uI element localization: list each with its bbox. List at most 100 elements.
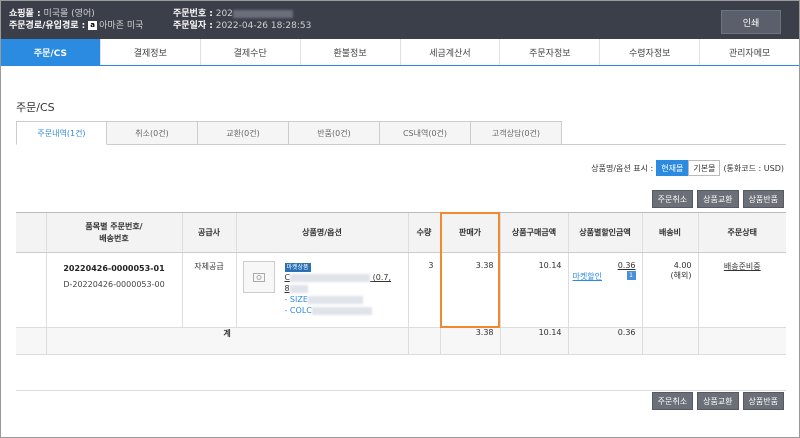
purchase-header: 상품구매금액 bbox=[499, 212, 568, 253]
shipping-cell: 4.00 (해외) bbox=[641, 252, 698, 328]
total-row: 계 3.38 10.14 0.36 bbox=[16, 327, 786, 355]
mall-value: 미국몰 (영어) bbox=[43, 9, 95, 19]
return-button[interactable]: 상품반품 bbox=[742, 190, 784, 208]
subtab-order-history[interactable]: 주문내역(1건) bbox=[16, 121, 107, 145]
supplier-cell: 자체공급 bbox=[181, 252, 236, 328]
order-no-value: 202 bbox=[215, 9, 233, 19]
redacted-name bbox=[290, 273, 371, 282]
total-shipping-cell bbox=[641, 327, 698, 355]
status-cell: 배송준비중 bbox=[697, 252, 786, 328]
market-product-badge: 마켓상품 bbox=[284, 263, 311, 272]
blank-row bbox=[16, 354, 786, 391]
exchange-button[interactable]: 상품교환 bbox=[697, 190, 739, 208]
product-thumbnail[interactable] bbox=[242, 261, 275, 293]
tab-admin-memo[interactable]: 관리자메모 bbox=[700, 39, 799, 65]
top-action-buttons: 주문취소 상품교환 상품반품 bbox=[651, 190, 784, 208]
redacted-order-no bbox=[232, 9, 293, 18]
display-toggle-row: 상품명/옵션 표시 : 현재몰 기본몰 (통화코드 : USD) bbox=[591, 160, 784, 176]
item-order-no: 20220426-0000053-01 bbox=[63, 264, 165, 273]
order-no-header: 품목별 주문번호/ 배송번호 bbox=[45, 212, 182, 253]
shipping-no: D-20220426-0000053-00 bbox=[63, 280, 165, 289]
default-mall-toggle[interactable]: 기본몰 bbox=[688, 160, 721, 176]
sub-tabs: 주문내역(1건) 취소(0건) 교환(0건) 반품(0건) CS내역(0건) 고… bbox=[16, 121, 562, 145]
status-header: 주문상태 bbox=[697, 212, 786, 253]
discount-header: 상품별할인금액 bbox=[567, 212, 642, 253]
order-status-link[interactable]: 배송준비중 bbox=[724, 262, 761, 271]
tab-order-cs[interactable]: 주문/CS bbox=[1, 39, 101, 65]
cancel-order-button[interactable]: 주문취소 bbox=[651, 190, 694, 208]
return-button-bottom[interactable]: 상품반품 bbox=[742, 392, 784, 410]
product-header: 상품명/옵션 bbox=[235, 212, 408, 253]
main-tabs: 주문/CS 결제정보 결제수단 환불정보 세금계산서 주문자정보 수령자정보 관… bbox=[1, 39, 799, 66]
product-info: 마켓상품 C (0.7, 8 - SIZE - COLC bbox=[284, 261, 392, 316]
currency-code: (통화코드 : USD) bbox=[723, 163, 784, 173]
redacted-name-2 bbox=[289, 284, 308, 293]
order-no-header-text: 품목별 주문번호/ 배송번호 bbox=[85, 221, 143, 243]
mall-label: 쇼핑몰 : bbox=[9, 9, 41, 19]
tab-payment-method[interactable]: 결제수단 bbox=[201, 39, 301, 65]
tab-tax-invoice[interactable]: 세금계산서 bbox=[401, 39, 501, 65]
tab-recipient-info[interactable]: 수령자정보 bbox=[600, 39, 701, 65]
table-header-row: 품목별 주문번호/ 배송번호 공급사 상품명/옵션 수량 판매가 상품구매금액 … bbox=[16, 212, 786, 253]
product-box: 마켓상품 C (0.7, 8 - SIZE - COLC bbox=[242, 261, 408, 327]
total-discount: 0.36 bbox=[567, 327, 642, 355]
shipping-fee: 4.00 bbox=[673, 261, 692, 270]
route-label: 주문경로/유입경로 : bbox=[9, 21, 86, 31]
purchase-cell: 10.14 bbox=[499, 252, 568, 328]
discount-cell: 0.36 마켓할인 1 bbox=[567, 252, 642, 328]
product-cell: 마켓상품 C (0.7, 8 - SIZE - COLC bbox=[235, 252, 408, 328]
supplier-header: 공급사 bbox=[181, 212, 236, 253]
route-value: 아마존 미국 bbox=[99, 21, 144, 31]
total-empty-cell bbox=[16, 327, 46, 355]
discount-count-badge: 1 bbox=[626, 271, 636, 280]
redacted-color bbox=[311, 306, 372, 315]
cancel-order-button-bottom[interactable]: 주문취소 bbox=[651, 392, 694, 410]
product-name-link[interactable]: C (0.7, bbox=[285, 273, 392, 282]
header-left: 쇼핑몰 : 미국몰 (영어) 주문경로/유입경로 : a 아마존 미국 bbox=[9, 8, 143, 32]
table-row: 20220426-0000053-01 D-20220426-0000053-0… bbox=[16, 252, 786, 328]
qty-cell: 3 bbox=[407, 252, 440, 328]
section-title: 주문/CS bbox=[16, 101, 55, 114]
subtab-consultation[interactable]: 고객상담(0건) bbox=[471, 121, 562, 145]
redacted-size bbox=[307, 295, 363, 304]
bottom-action-buttons: 주문취소 상품교환 상품반품 bbox=[651, 392, 784, 410]
image-placeholder-icon bbox=[252, 273, 265, 282]
subtab-cancel[interactable]: 취소(0건) bbox=[107, 121, 198, 145]
shipping-note: (해외) bbox=[670, 271, 692, 280]
select-cell bbox=[16, 252, 46, 328]
blank-cell bbox=[16, 354, 786, 391]
order-date-value: 2022-04-26 18:28:53 bbox=[215, 21, 312, 31]
amazon-icon: a bbox=[88, 21, 98, 30]
option-color: - COLC bbox=[284, 306, 312, 315]
total-purchase: 10.14 bbox=[499, 327, 568, 355]
total-qty-cell bbox=[407, 327, 440, 355]
qty-header: 수량 bbox=[407, 212, 440, 253]
exchange-button-bottom[interactable]: 상품교환 bbox=[697, 392, 739, 410]
tab-payment-info[interactable]: 결제정보 bbox=[101, 39, 201, 65]
total-status-cell bbox=[697, 327, 786, 355]
product-name-tail: (0.7, bbox=[372, 273, 392, 282]
total-label: 계 bbox=[45, 327, 408, 355]
tab-orderer-info[interactable]: 주문자정보 bbox=[500, 39, 601, 65]
total-price: 3.38 bbox=[439, 327, 500, 355]
order-header: 쇼핑몰 : 미국몰 (영어) 주문경로/유입경로 : a 아마존 미국 주문번호 … bbox=[1, 1, 799, 39]
order-no-label: 주문번호 : bbox=[173, 9, 213, 19]
discount-amount[interactable]: 0.36 bbox=[618, 261, 636, 270]
select-col-header bbox=[16, 212, 46, 253]
subtab-exchange[interactable]: 교환(0건) bbox=[198, 121, 289, 145]
price-cell: 3.38 bbox=[439, 252, 500, 328]
print-button[interactable]: 인쇄 bbox=[721, 10, 781, 34]
header-middle: 주문번호 : 202 주문일자 : 2022-04-26 18:28:53 bbox=[173, 8, 311, 32]
subtab-return[interactable]: 반품(0건) bbox=[289, 121, 380, 145]
order-date-label: 주문일자 : bbox=[173, 21, 213, 31]
price-header: 판매가 bbox=[439, 212, 500, 253]
display-label: 상품명/옵션 표시 : bbox=[591, 163, 654, 173]
subtab-cs-history[interactable]: CS내역(0건) bbox=[380, 121, 471, 145]
tab-refund-info[interactable]: 환불정보 bbox=[301, 39, 401, 65]
market-discount-link[interactable]: 마켓할인 bbox=[573, 271, 602, 282]
option-size: - SIZE bbox=[284, 295, 308, 304]
order-no-cell: 20220426-0000053-01 D-20220426-0000053-0… bbox=[45, 252, 182, 328]
current-mall-toggle[interactable]: 현재몰 bbox=[656, 160, 689, 176]
shipping-header: 배송비 bbox=[641, 212, 698, 253]
order-items-table: 품목별 주문번호/ 배송번호 공급사 상품명/옵션 수량 판매가 상품구매금액 … bbox=[16, 212, 786, 391]
